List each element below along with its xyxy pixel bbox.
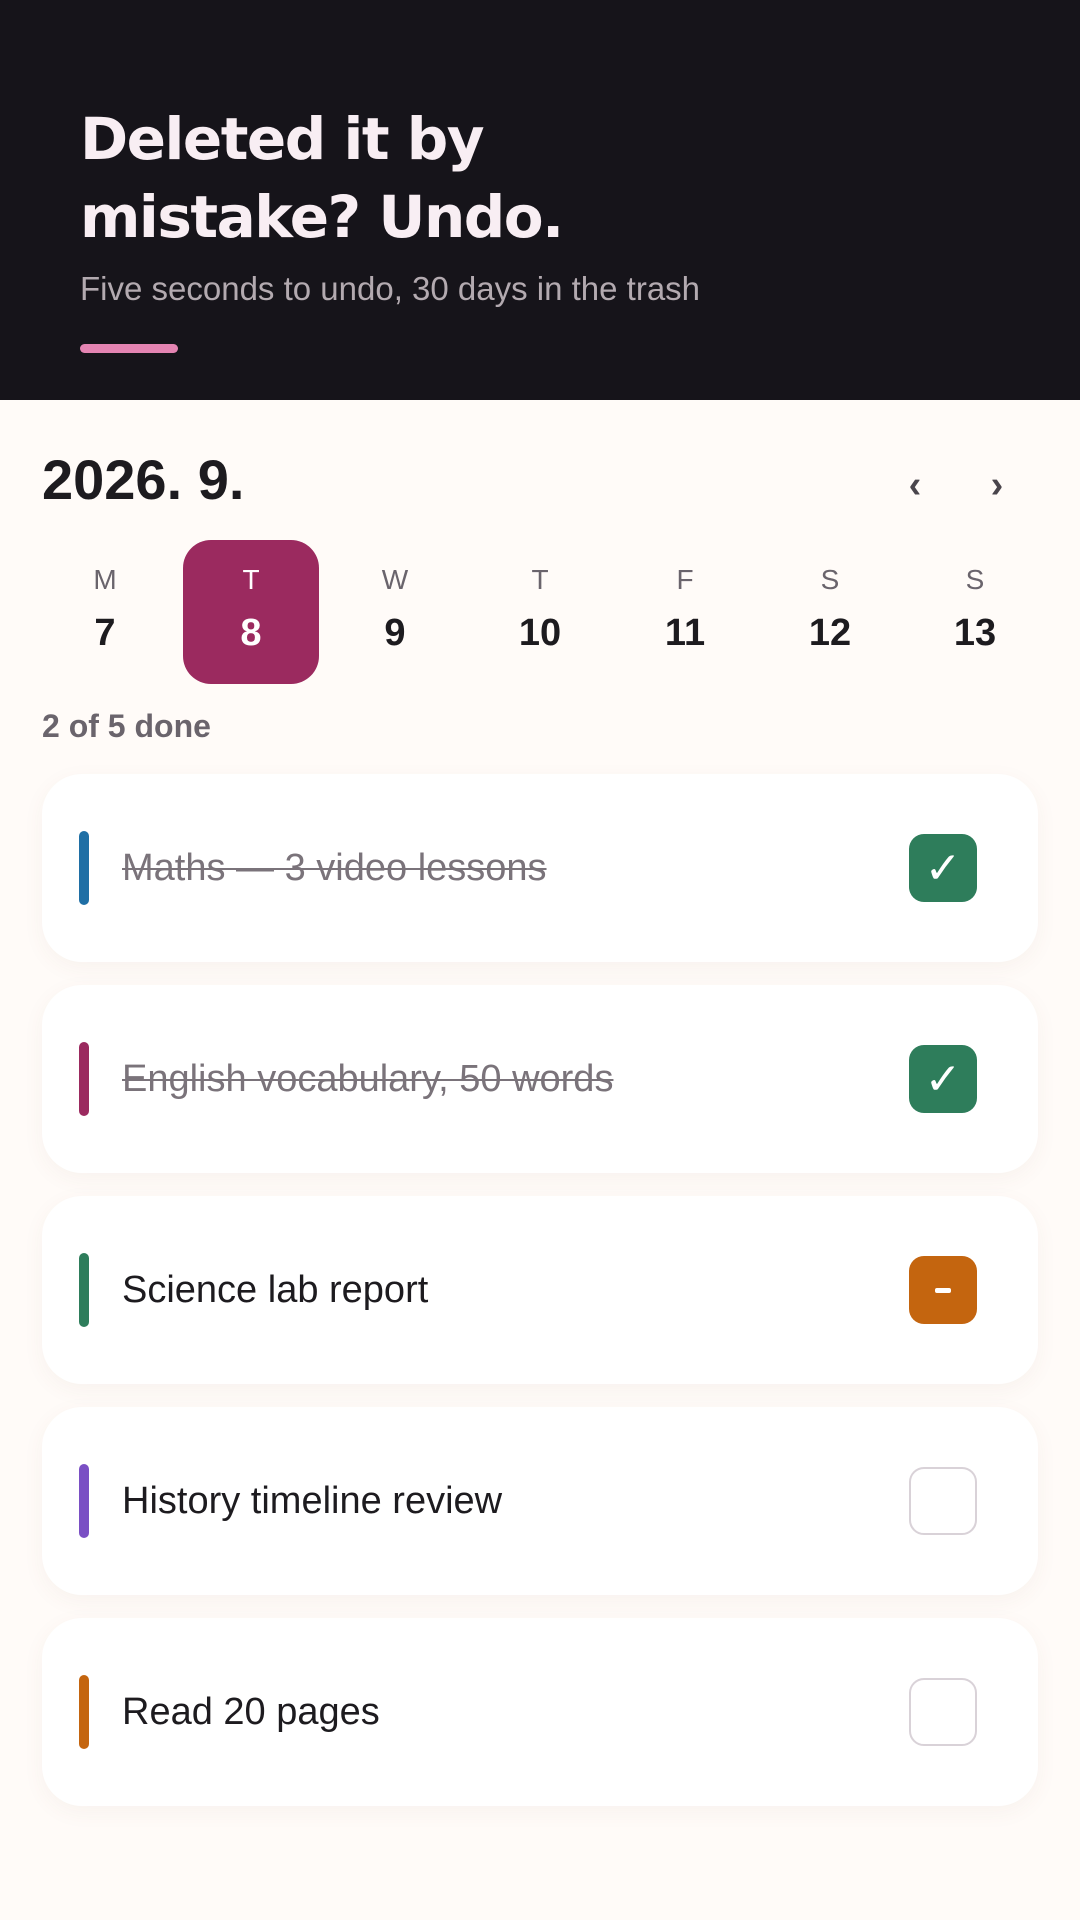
check-icon: ✓ (924, 843, 962, 893)
progress-summary: 2 of 5 done (42, 708, 211, 744)
day-number: 9 (384, 612, 406, 654)
hero-subtitle: Five seconds to undo, 30 days in the tra… (80, 270, 701, 307)
day-of-week-label: T (531, 564, 549, 595)
day-number: 8 (240, 612, 262, 654)
task-checkbox-empty[interactable] (909, 1467, 977, 1535)
check-icon: ✓ (924, 1054, 962, 1104)
task-color-bar (79, 1464, 89, 1538)
chevron-right-icon: › (990, 463, 1004, 506)
task-checkbox-checked[interactable]: ✓ (909, 834, 977, 902)
task-label: History timeline review (122, 1479, 503, 1522)
week-strip: M 7 T 8 W 9 T 10 F 11 S 12 S 13 (0, 540, 1080, 684)
next-week-button[interactable]: › (972, 458, 1022, 512)
task-color-bar (79, 1042, 89, 1116)
task-card[interactable]: Maths — 3 video lessons ✓ (42, 774, 1038, 962)
day-number: 7 (94, 612, 116, 654)
day-number: 13 (953, 612, 997, 654)
task-card[interactable]: Science lab report (42, 1196, 1038, 1384)
day-12[interactable]: S 12 (762, 540, 898, 684)
hero-title-line-2: mistake? Undo. (80, 183, 564, 251)
task-label: Read 20 pages (122, 1690, 380, 1733)
day-of-week-label: M (93, 564, 117, 595)
day-of-week-label: S (965, 564, 985, 595)
month-label: 2026. 9. (42, 448, 245, 511)
day-13[interactable]: S 13 (907, 540, 1043, 684)
day-of-week-label: T (242, 564, 260, 595)
day-number: 11 (664, 612, 706, 654)
task-card[interactable]: Read 20 pages (42, 1618, 1038, 1806)
day-9[interactable]: W9 (327, 540, 463, 684)
chevron-left-icon: ‹ (908, 463, 922, 506)
hero-accent-bar (80, 344, 178, 353)
task-checkbox-checked[interactable]: ✓ (909, 1045, 977, 1113)
task-color-bar (79, 1253, 89, 1327)
day-of-week-label: W (381, 564, 409, 595)
day-7[interactable]: M7 (37, 540, 173, 684)
day-number: 12 (808, 612, 852, 654)
day-11[interactable]: F 11 (617, 540, 753, 684)
task-checkbox-empty[interactable] (909, 1678, 977, 1746)
day-8[interactable]: T8 (183, 540, 319, 684)
hero-banner: Deleted it by mistake? Undo. Five second… (0, 0, 1080, 400)
day-number: 10 (518, 612, 562, 654)
day-of-week-label: S (820, 564, 840, 595)
task-label: Science lab report (122, 1268, 429, 1311)
hero-title: Deleted it by mistake? Undo. (80, 100, 780, 256)
task-label: Maths — 3 video lessons (122, 846, 547, 889)
prev-week-button[interactable]: ‹ (890, 458, 940, 512)
hero-title-line-1: Deleted it by (80, 105, 485, 173)
task-color-bar (79, 831, 89, 905)
task-checkbox-partial[interactable] (909, 1256, 977, 1324)
day-10[interactable]: T 10 (472, 540, 608, 684)
day-of-week-label: F (676, 564, 694, 595)
task-card[interactable]: History timeline review (42, 1407, 1038, 1595)
dash-icon (935, 1287, 951, 1293)
task-label: English vocabulary, 50 words (122, 1057, 614, 1100)
task-color-bar (79, 1675, 89, 1749)
task-card[interactable]: English vocabulary, 50 words ✓ (42, 985, 1038, 1173)
